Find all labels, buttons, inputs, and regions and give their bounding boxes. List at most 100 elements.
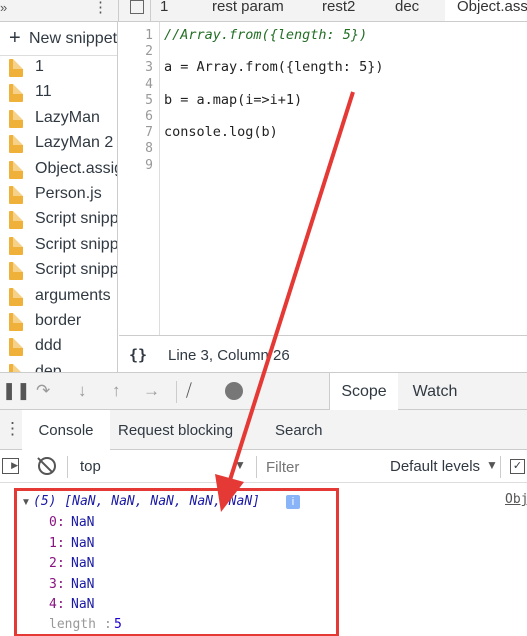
- console-output: ▼ (5) [NaN, NaN, NaN, NaN, NaN] i Obj 0:…: [0, 483, 527, 636]
- snippet-file-icon: [9, 313, 23, 331]
- snippet-item-label: 1: [35, 58, 44, 75]
- settings-checkbox[interactable]: ✓: [510, 459, 525, 474]
- tab-search-label: Search: [275, 422, 323, 439]
- snippet-item[interactable]: LazyMan: [0, 107, 117, 132]
- snippet-file-icon: [9, 160, 23, 179]
- line-number: 5: [145, 92, 153, 108]
- sidebar-toggle-icon[interactable]: »: [0, 0, 7, 15]
- code-line: //Array.from({length: 5}): [164, 27, 368, 43]
- snippet-item-label: Person.js: [35, 185, 102, 202]
- code-editor[interactable]: 123456789 //Array.from({length: 5}) a = A…: [119, 22, 527, 335]
- tab-rest-param[interactable]: rest param: [212, 0, 297, 21]
- drawer-menu-icon[interactable]: ⋮: [4, 419, 21, 439]
- tab-request-blocking[interactable]: Request blocking: [118, 410, 238, 450]
- snippet-file-icon: [9, 236, 23, 255]
- tab-watch-label: Watch: [412, 383, 458, 400]
- snippets-sidebar: + New snippet 1 11 LazyMan LazyMan 2 Object.…: [0, 22, 118, 372]
- snippet-item[interactable]: 11: [0, 81, 117, 106]
- new-snippet-button[interactable]: + New snippet: [0, 22, 118, 56]
- snippet-item[interactable]: Script snipp: [0, 234, 118, 259]
- step-icon[interactable]: →: [143, 381, 160, 401]
- snippet-item-label: Script snipp: [35, 210, 118, 228]
- snippet-file-icon: [9, 287, 23, 306]
- code-line: console.log(b): [164, 124, 278, 141]
- line-number: 8: [145, 141, 153, 157]
- line-number: 2: [145, 44, 153, 60]
- snippet-file-icon: [9, 84, 23, 103]
- plus-icon: +: [9, 27, 21, 49]
- tab-rest2[interactable]: rest2: [322, 0, 372, 21]
- tab-1[interactable]: 1: [160, 0, 190, 21]
- snippet-item[interactable]: Object.assig: [0, 158, 118, 183]
- snippet-item[interactable]: Person.js: [0, 183, 117, 208]
- context-dropdown-icon[interactable]: ▼: [234, 458, 246, 472]
- editor-status-bar: {} Line 3, Column 26: [119, 335, 527, 372]
- more-options-icon[interactable]: ⋮: [93, 0, 108, 16]
- log-levels-dropdown[interactable]: Default levels: [390, 458, 480, 475]
- snippet-item[interactable]: 1: [0, 56, 117, 81]
- snippet-file-icon: [9, 363, 23, 372]
- tab-dec[interactable]: dec: [395, 0, 430, 21]
- snippet-item[interactable]: LazyMan 2: [0, 132, 117, 157]
- snippet-file-icon: [9, 211, 23, 230]
- context-selector[interactable]: top: [80, 458, 101, 475]
- tab-watch[interactable]: Watch: [405, 373, 465, 411]
- toggle-navigator-icon[interactable]: [130, 0, 144, 14]
- line-number: 7: [145, 125, 153, 141]
- console-filter-input[interactable]: [264, 455, 378, 479]
- tab-search[interactable]: Search: [275, 410, 335, 450]
- pause-icon[interactable]: ❚❚: [2, 381, 31, 401]
- tab-scope[interactable]: Scope: [330, 373, 398, 411]
- snippet-item-label: arguments: [35, 286, 111, 304]
- line-number: 6: [145, 109, 153, 124]
- debugger-toolbar: ❚❚ ↷ ↓ ↑ → ⧸ Scope Watch: [0, 372, 527, 411]
- line-gutter: 123456789: [119, 22, 160, 335]
- tab-console-label: Console: [38, 422, 94, 439]
- new-snippet-label: New snippet: [29, 30, 118, 47]
- console-toolbar: ▶ top ▼ Default levels ▼ ✓: [0, 450, 527, 483]
- tab-scope-label: Scope: [341, 383, 387, 400]
- cursor-position: Line 3, Column 26: [168, 347, 290, 364]
- pause-on-exceptions-icon[interactable]: [225, 382, 243, 400]
- source-link[interactable]: Obj: [505, 492, 527, 507]
- snippet-item[interactable]: border: [0, 310, 117, 335]
- snippet-item[interactable]: dep: [0, 361, 117, 372]
- snippet-file-icon: [9, 109, 23, 128]
- snippet-item[interactable]: Script snipp: [0, 208, 118, 233]
- snippet-item-label: LazyMan 2: [35, 134, 114, 152]
- step-into-icon[interactable]: ↓: [78, 381, 87, 401]
- step-out-icon[interactable]: ↑: [112, 381, 121, 401]
- line-number: 9: [145, 157, 153, 173]
- snippet-item-label: 11: [35, 83, 52, 101]
- snippet-file-icon: [9, 59, 23, 77]
- pretty-print-icon[interactable]: {}: [129, 346, 147, 364]
- snippet-file-icon: [9, 135, 23, 154]
- snippet-item-label: Object.assig: [35, 159, 118, 177]
- annotation-highlight-box: [14, 488, 339, 636]
- levels-dropdown-icon[interactable]: ▼: [486, 458, 498, 472]
- tab-console[interactable]: Console: [22, 410, 110, 452]
- show-sidebar-icon[interactable]: ▶: [2, 458, 19, 474]
- snippet-item-label: Script snipp: [35, 235, 118, 253]
- snippet-item-label: LazyMan: [35, 108, 100, 126]
- step-over-icon[interactable]: ↷: [36, 381, 50, 401]
- editor-tab-strip: » ⋮ 1 rest param rest2 dec Object.assi: [0, 0, 527, 22]
- snippet-item[interactable]: Script snipp: [0, 259, 118, 284]
- snippet-item-label: Script snipp: [35, 261, 118, 279]
- snippet-item-label: dep: [35, 362, 62, 372]
- snippet-file-icon: [9, 338, 23, 357]
- tab-object-assign[interactable]: Object.assi: [445, 0, 527, 21]
- code-line: a = Array.from({length: 5}): [164, 59, 384, 76]
- tab-request-blocking-label: Request blocking: [118, 422, 234, 439]
- code-line: b = a.map(i=>i+1): [164, 91, 303, 108]
- line-number: 4: [145, 76, 153, 92]
- snippet-file-icon: [9, 262, 23, 281]
- snippet-item[interactable]: arguments: [0, 285, 117, 310]
- drawer-tab-bar: ⋮ Console Request blocking Search: [0, 410, 527, 452]
- line-number: 3: [145, 60, 153, 76]
- snippet-item-label: border: [35, 312, 82, 329]
- line-number: 1: [145, 28, 153, 43]
- deactivate-breakpoints-icon[interactable]: ⧸: [186, 381, 192, 401]
- snippet-item[interactable]: ddd: [0, 335, 117, 360]
- snippet-file-icon: [9, 186, 23, 204]
